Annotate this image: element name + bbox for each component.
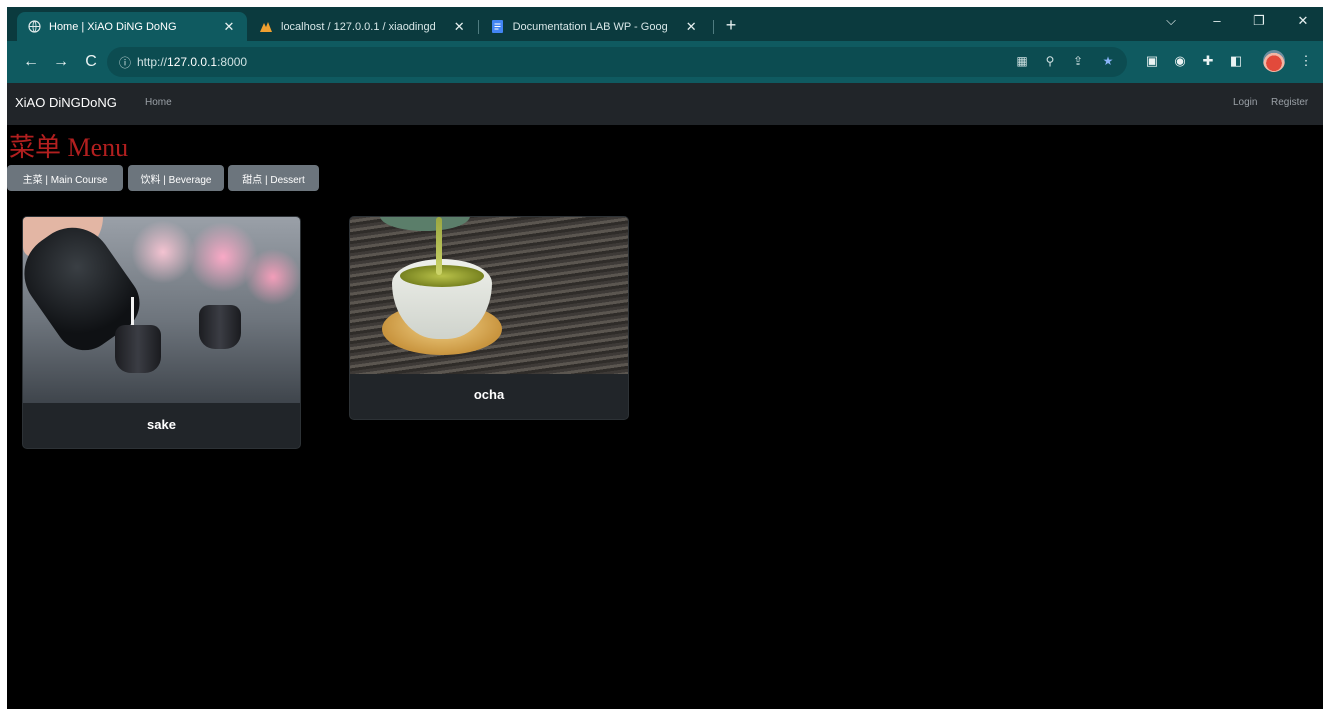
minimize-button[interactable]: – (1205, 13, 1229, 28)
share-icon[interactable]: ⇪ (1069, 54, 1087, 68)
camera-icon[interactable]: ◉ (1171, 53, 1189, 69)
address-bar[interactable]: ⓘ http://127.0.0.1:8000 ▦ ⚲ ⇪ ★ (107, 47, 1127, 77)
zoom-icon[interactable]: ⚲ (1041, 54, 1059, 68)
menu-item-card[interactable]: ocha (349, 216, 629, 420)
ocha-image[interactable] (350, 217, 628, 374)
tab-title: localhost / 127.0.0.1 / xiaodingd (281, 20, 436, 33)
sake-cup-shape (199, 305, 241, 349)
browser-toolbar: ← → C ⓘ http://127.0.0.1:8000 ▦ ⚲ ⇪ ★ ▣ … (7, 41, 1323, 83)
category-beverage-button[interactable]: 饮料 | Beverage (128, 165, 224, 191)
category-main-course-button[interactable]: 主菜 | Main Course (7, 165, 123, 191)
new-tab-button[interactable]: + (721, 15, 741, 36)
sake-cup-shape (115, 325, 161, 373)
docs-icon (491, 20, 505, 34)
pour-stream-shape (131, 297, 134, 327)
extension-icon[interactable]: ▣ (1143, 53, 1161, 69)
site-navbar: XiAO DiNGDoNG Home Login Register (7, 83, 1323, 125)
tab-home[interactable]: Home | XiAO DiNG DoNG ✕ (17, 12, 247, 41)
side-panel-icon[interactable]: ◧ (1227, 53, 1245, 69)
tab-title: Documentation LAB WP - Goog (512, 20, 668, 33)
url-text[interactable]: http://127.0.0.1:8000 (137, 55, 247, 69)
avatar[interactable] (1263, 50, 1285, 72)
nav-login-link[interactable]: Login (1233, 97, 1257, 108)
close-icon[interactable]: ✕ (452, 19, 468, 35)
site-brand[interactable]: XiAO DiNGDoNG (15, 95, 117, 110)
globe-icon (27, 20, 41, 34)
tab-docs[interactable]: Documentation LAB WP - Goog ✕ (481, 12, 709, 41)
translate-icon[interactable]: ▦ (1013, 54, 1031, 68)
tea-stream-shape (436, 217, 442, 275)
bookmark-star-icon[interactable]: ★ (1099, 54, 1117, 68)
menu-kebab-icon[interactable]: ⋮ (1297, 53, 1315, 69)
nav-register-link[interactable]: Register (1271, 97, 1308, 108)
tab-separator (478, 20, 479, 34)
page-title: 菜单 Menu (9, 133, 129, 162)
reload-button[interactable]: C (81, 53, 101, 71)
tab-search-icon[interactable]: ⌵ (1159, 13, 1183, 29)
puzzle-icon[interactable]: ✚ (1199, 53, 1217, 69)
close-icon[interactable]: ✕ (221, 19, 237, 35)
tab-phpmyadmin[interactable]: localhost / 127.0.0.1 / xiaodingd ✕ (249, 12, 477, 41)
browser-window: Home | XiAO DiNG DoNG ✕ localhost / 127.… (7, 7, 1323, 709)
tea-surface-shape (400, 265, 484, 287)
nav-home-link[interactable]: Home (145, 97, 172, 108)
info-icon[interactable]: ⓘ (119, 54, 131, 71)
teapot-shape (380, 217, 470, 231)
close-window-button[interactable]: ✕ (1291, 13, 1315, 29)
tab-strip: Home | XiAO DiNG DoNG ✕ localhost / 127.… (7, 7, 1323, 41)
phpmyadmin-icon (259, 20, 273, 34)
menu-item-name[interactable]: ocha (350, 387, 628, 402)
menu-item-card[interactable]: sake (22, 216, 301, 449)
forward-button[interactable]: → (51, 53, 71, 71)
restore-button[interactable]: ❐ (1247, 13, 1271, 29)
category-dessert-button[interactable]: 甜点 | Dessert (228, 165, 319, 191)
menu-item-name[interactable]: sake (23, 417, 300, 432)
tab-title: Home | XiAO DiNG DoNG (49, 20, 177, 33)
back-button[interactable]: ← (21, 53, 41, 71)
sake-image[interactable] (23, 217, 300, 403)
close-icon[interactable]: ✕ (683, 19, 699, 35)
tab-separator (713, 20, 714, 34)
